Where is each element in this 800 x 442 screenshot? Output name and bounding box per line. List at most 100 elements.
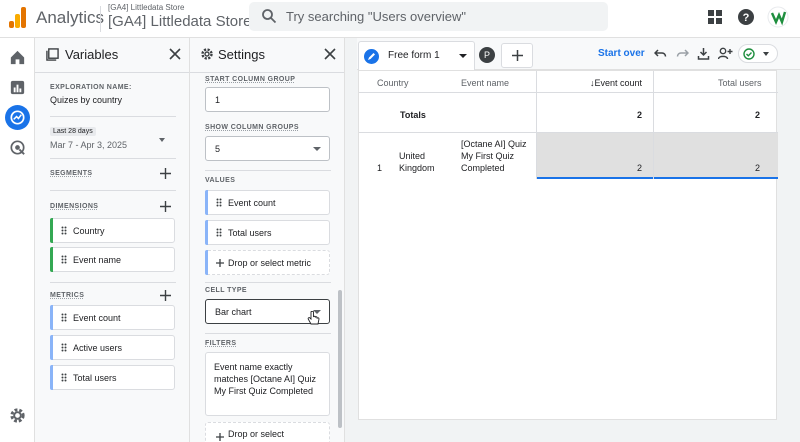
column-header-total-users[interactable]: Total users — [718, 78, 762, 88]
divider — [359, 92, 778, 93]
start-over-button[interactable]: Start over — [598, 48, 645, 59]
metric-color-bar — [205, 190, 208, 215]
column-header-event-name[interactable]: Event name — [461, 78, 509, 88]
apps-grid-icon[interactable] — [706, 8, 724, 26]
drag-handle-icon[interactable] — [61, 313, 67, 322]
show-column-select[interactable]: 5 — [205, 136, 330, 161]
drag-handle-icon[interactable] — [61, 255, 67, 264]
freeform-table: Country Event name ↓Event count Total us… — [358, 70, 778, 420]
user-avatar[interactable]: P — [479, 47, 495, 63]
divider — [205, 282, 331, 283]
row-country[interactable]: United Kingdom — [399, 150, 454, 174]
row-index: 1 — [377, 163, 383, 173]
app-name: Analytics — [36, 8, 105, 27]
metric-chip-event-count[interactable]: Event count — [50, 305, 175, 330]
settings-title: Settings — [218, 47, 265, 62]
tab-label: Free form 1 — [388, 50, 440, 61]
chevron-down-icon — [763, 52, 769, 56]
close-icon[interactable] — [169, 48, 181, 60]
metric-label: Event count — [73, 313, 121, 323]
value-chip-total-users[interactable]: Total users — [205, 220, 330, 245]
help-icon[interactable]: ? — [737, 8, 755, 26]
download-icon[interactable] — [697, 47, 710, 60]
account-avatar-icon[interactable] — [767, 6, 789, 28]
dimension-color-bar — [50, 218, 53, 243]
column-divider — [536, 71, 537, 179]
divider — [35, 72, 189, 73]
drag-handle-icon[interactable] — [216, 198, 222, 207]
redo-icon[interactable] — [676, 47, 689, 60]
filter-chip[interactable]: Event name exactly matches [Octane AI] Q… — [205, 352, 330, 416]
dimension-chip-event-name[interactable]: Event name — [50, 247, 175, 272]
drag-handle-icon[interactable] — [61, 373, 67, 382]
metric-chip-total-users[interactable]: Total users — [50, 365, 175, 390]
row-event-name[interactable]: [Octane AI] Quiz My First Quiz Completed — [461, 138, 535, 174]
metric-label: Total users — [73, 373, 117, 383]
start-column-input[interactable]: 1 — [205, 87, 330, 112]
analytics-logo[interactable] — [9, 6, 27, 28]
dimensions-label: DIMENSIONS — [50, 203, 99, 210]
variables-title: Variables — [65, 47, 119, 62]
share-user-icon[interactable] — [718, 47, 733, 60]
value-chip-event-count[interactable]: Event count — [205, 190, 330, 215]
cell-type-label: CELL TYPE — [205, 287, 247, 294]
settings-gear-icon — [201, 48, 213, 60]
tab-bar: Free form 1 P Start over — [357, 38, 800, 70]
settings-panel: Settings START COLUMN GROUP 1 SHOW COLUM… — [190, 38, 345, 442]
add-dimension-icon[interactable] — [160, 201, 171, 212]
metric-color-bar — [50, 305, 53, 330]
column-divider — [653, 71, 654, 179]
undo-icon[interactable] — [654, 47, 667, 60]
column-header-event-count[interactable]: ↓Event count — [590, 78, 642, 88]
reports-icon[interactable] — [8, 78, 27, 97]
segments-label: SEGMENTS — [50, 170, 93, 177]
save-status-button[interactable] — [738, 44, 778, 63]
start-column-value: 1 — [215, 95, 221, 105]
totals-total-users[interactable]: 2 — [755, 110, 760, 120]
add-segment-icon[interactable] — [160, 168, 171, 179]
date-preset[interactable]: Last 28 days — [50, 127, 96, 136]
totals-event-count[interactable]: 2 — [637, 110, 642, 120]
show-column-value: 5 — [215, 144, 221, 154]
property-selector[interactable]: [GA4] Littledata Store — [108, 13, 251, 30]
drag-handle-icon[interactable] — [61, 226, 67, 235]
selected-row-underline — [537, 177, 778, 179]
drag-handle-icon[interactable] — [61, 343, 67, 352]
close-icon[interactable] — [324, 48, 336, 60]
metric-color-bar — [50, 365, 53, 390]
dimension-color-bar — [50, 247, 53, 272]
dimension-label: Event name — [73, 255, 122, 265]
settings-scrollbar[interactable] — [338, 290, 342, 428]
chevron-down-icon[interactable] — [459, 54, 467, 58]
drop-metric-label: Drop or select metric — [228, 258, 312, 268]
date-range[interactable]: Mar 7 - Apr 3, 2025 — [50, 140, 127, 150]
column-header-country[interactable]: Country — [377, 78, 409, 88]
divider — [50, 116, 176, 117]
row-event-count[interactable]: 2 — [637, 163, 642, 173]
drop-metric-target[interactable]: Drop or select metric — [205, 250, 330, 275]
search-input[interactable]: Try searching "Users overview" — [249, 2, 608, 31]
home-icon[interactable] — [8, 48, 27, 67]
add-metric-icon[interactable] — [160, 290, 171, 301]
drop-filter-target[interactable]: Drop or select — [205, 422, 330, 442]
drag-handle-icon[interactable] — [216, 228, 222, 237]
date-caret-icon[interactable] — [159, 138, 165, 142]
advertising-icon[interactable] — [8, 138, 27, 157]
divider — [190, 72, 344, 73]
row-total-users[interactable]: 2 — [755, 163, 760, 173]
add-tab-button[interactable] — [501, 43, 533, 68]
metric-chip-active-users[interactable]: Active users — [50, 335, 175, 360]
explore-icon[interactable] — [8, 108, 27, 127]
exploration-name-value[interactable]: Quizes by country — [50, 95, 122, 105]
metric-color-bar — [205, 220, 208, 245]
freeform-badge-icon — [364, 49, 379, 64]
admin-gear-icon[interactable] — [8, 406, 27, 425]
tab-free-form-1[interactable]: Free form 1 — [358, 41, 475, 70]
search-icon — [262, 9, 277, 24]
dimension-chip-country[interactable]: Country — [50, 218, 175, 243]
plus-icon — [216, 259, 224, 267]
metrics-label: METRICS — [50, 292, 85, 299]
account-name-small[interactable]: [GA4] Littledata Store — [108, 3, 185, 12]
plus-icon — [512, 50, 523, 61]
filters-label: FILTERS — [205, 340, 237, 347]
